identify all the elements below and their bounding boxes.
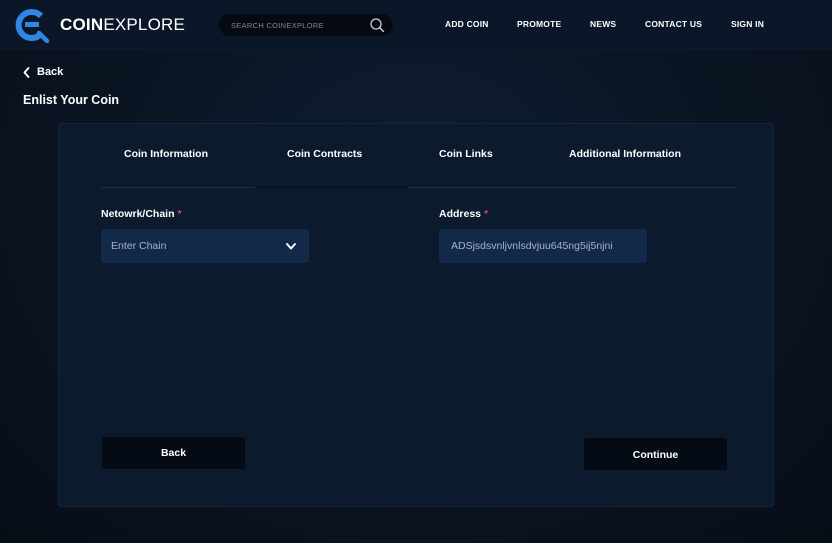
network-select-value: Enter Chain <box>111 240 167 252</box>
tab-additional-information[interactable]: Additional Information <box>569 148 681 160</box>
chevron-down-icon <box>286 243 296 250</box>
logo-icon[interactable] <box>14 7 50 43</box>
page-title: Enlist Your Coin <box>23 93 120 107</box>
network-field-label: Netowrk/Chain * <box>101 208 182 220</box>
required-asterisk: * <box>484 208 489 220</box>
continue-button[interactable]: Continue <box>583 437 728 471</box>
address-label-text: Address <box>439 208 482 220</box>
tab-coin-contracts[interactable]: Coin Contracts <box>287 148 362 160</box>
back-button[interactable]: Back <box>101 436 246 470</box>
enlist-form-card: Coin Information Coin Contracts Coin Lin… <box>58 123 774 507</box>
nav-contact-us[interactable]: CONTACT US <box>645 19 702 29</box>
top-navbar: COINEXPLORE ADD COIN PROMOTE NEWS CONTAC… <box>0 0 832 50</box>
nav-add-coin[interactable]: ADD COIN <box>445 19 489 29</box>
chevron-left-icon <box>23 66 30 78</box>
network-chain-select[interactable]: Enter Chain <box>101 229 309 263</box>
nav-promote[interactable]: PROMOTE <box>517 19 561 29</box>
address-field-label: Address * <box>439 208 488 220</box>
active-tab-indicator <box>255 186 408 188</box>
tab-coin-links[interactable]: Coin Links <box>439 148 493 160</box>
back-link-label: Back <box>37 66 64 78</box>
nav-news[interactable]: NEWS <box>590 19 616 29</box>
tab-coin-information[interactable]: Coin Information <box>124 148 208 160</box>
search-input[interactable] <box>231 14 366 36</box>
tabs-divider <box>101 187 737 188</box>
address-input[interactable] <box>439 229 647 263</box>
search-icon[interactable] <box>369 17 385 33</box>
logo-text-light: EXPLORE <box>103 15 186 34</box>
logo-text-bold: COIN <box>60 15 104 34</box>
search-bar <box>219 14 393 36</box>
back-link[interactable]: Back <box>23 66 63 78</box>
required-asterisk: * <box>177 208 182 220</box>
network-label-text: Netowrk/Chain <box>101 208 175 220</box>
logo-wordmark[interactable]: COINEXPLORE <box>60 15 185 35</box>
nav-sign-in[interactable]: SIGN IN <box>731 19 764 29</box>
